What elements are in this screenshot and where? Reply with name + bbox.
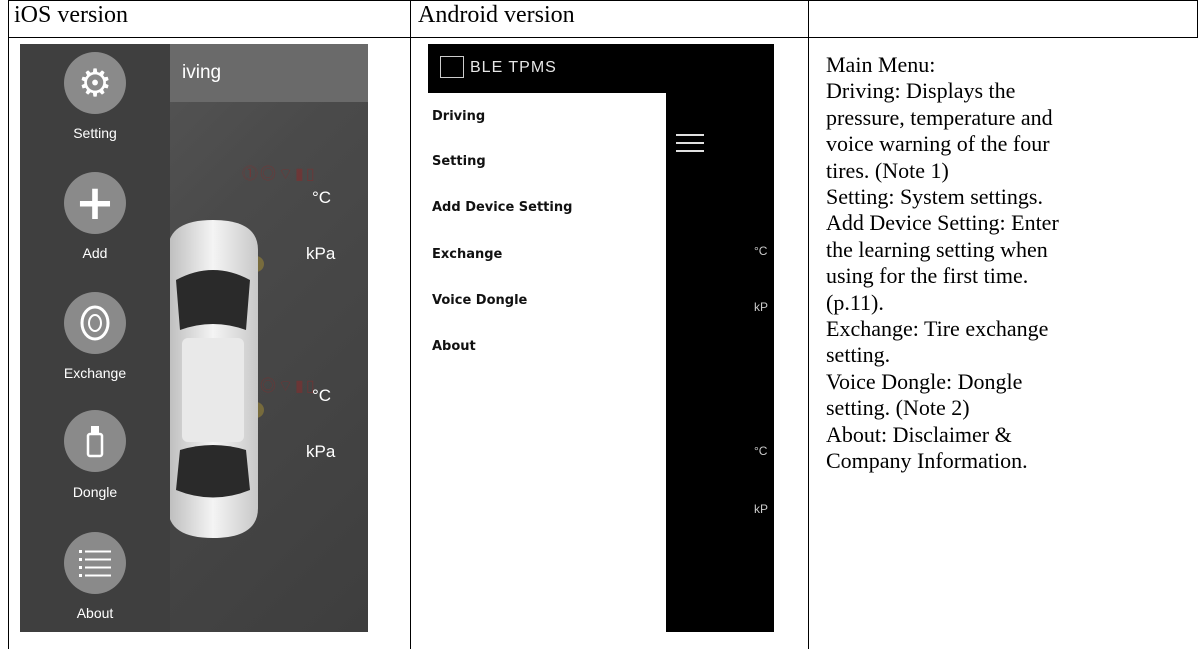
desc-line: the learning setting when — [826, 236, 1048, 262]
desc-line: voice warning of the four — [826, 131, 1050, 157]
table-header-border — [8, 37, 1198, 38]
ios-about-button[interactable] — [64, 532, 126, 594]
ios-temp-unit-1: °C — [312, 188, 332, 207]
android-menu-add-device-setting[interactable]: Add Device Setting — [432, 200, 572, 215]
tire-icon — [80, 305, 110, 341]
desc-line: About: Disclaimer & — [826, 421, 1012, 447]
desc-line: pressure, temperature and — [826, 104, 1053, 130]
ios-pressure-unit-2: kPa — [306, 442, 336, 461]
desc-line: Driving: Displays the — [826, 78, 1016, 104]
desc-line: setting. — [826, 342, 891, 368]
ios-side-menu: ⚙ Setting + Add Exchange Dongle About — [20, 44, 170, 632]
android-pressure-unit-2: kP — [754, 502, 769, 516]
desc-line: (p.11). — [826, 289, 884, 315]
android-menu-voice-dongle[interactable]: Voice Dongle — [432, 293, 527, 308]
ios-dongle-button[interactable] — [64, 410, 126, 472]
desc-line: setting. (Note 2) — [826, 395, 970, 421]
android-app-bar: BLE TPMS — [428, 44, 774, 93]
app-logo-icon — [440, 56, 464, 78]
ios-add-button[interactable]: + — [64, 172, 126, 234]
ios-topbar-title: iving — [182, 62, 222, 83]
ios-about-label: About — [76, 605, 114, 621]
ios-setting-button[interactable]: ⚙ — [64, 52, 126, 114]
ios-exchange-button[interactable] — [64, 292, 126, 354]
desc-line: Company Information. — [826, 448, 1028, 474]
desc-line: Setting: System settings. — [826, 184, 1043, 210]
android-app-title: BLE TPMS — [470, 59, 557, 76]
desc-line: Add Device Setting: Enter — [826, 210, 1059, 236]
ios-add-label: Add — [82, 245, 108, 261]
ios-warning-icons-row-1: ⓵◎⌔▮▯ — [242, 166, 317, 183]
android-temp-unit-2: °C — [754, 444, 768, 458]
desc-line: using for the first time. — [826, 263, 1029, 289]
ios-screenshot: iving ⓵◎⌔▮▯ ⓵◎⌔▮▯ °C kPa °C kPa ⚙ Settin… — [20, 44, 368, 632]
desc-line: Main Menu: — [826, 52, 936, 77]
table-top-border — [8, 0, 1198, 1]
desc-line: tires. (Note 1) — [826, 157, 949, 183]
android-screenshot: BLE TPMS Driving Setting Add Device Sett… — [428, 44, 774, 632]
list-icon — [79, 550, 111, 577]
hamburger-menu-icon[interactable] — [676, 134, 704, 154]
android-menu-exchange[interactable]: Exchange — [432, 247, 502, 262]
table-col-divider-1 — [410, 0, 411, 649]
android-temp-unit-1: °C — [754, 244, 768, 258]
table-col-divider-2 — [808, 0, 809, 649]
dongle-icon — [86, 426, 104, 458]
desc-line: Voice Dongle: Dongle — [826, 368, 1023, 394]
ios-temp-unit-2: °C — [312, 386, 332, 405]
ios-setting-label: Setting — [73, 125, 117, 141]
header-ios: iOS version — [14, 2, 128, 28]
ios-pressure-unit-1: kPa — [306, 244, 336, 263]
android-menu-about[interactable]: About — [432, 339, 476, 354]
android-menu-setting[interactable]: Setting — [432, 154, 486, 169]
header-android: Android version — [418, 2, 575, 28]
gear-icon: ⚙ — [77, 61, 113, 105]
android-menu-driving[interactable]: Driving — [432, 109, 485, 124]
table-right-border — [1197, 0, 1198, 38]
ios-exchange-label: Exchange — [63, 365, 127, 381]
android-nav-drawer: Driving Setting Add Device Setting Excha… — [428, 93, 666, 632]
android-pressure-unit-1: kP — [754, 300, 769, 314]
table-left-border — [8, 0, 9, 649]
menu-description: Main Menu: Driving: Displays the pressur… — [826, 52, 1196, 475]
plus-icon: + — [74, 175, 116, 231]
desc-line: Exchange: Tire exchange — [826, 316, 1049, 342]
car-top-view-image — [168, 220, 258, 538]
ios-dongle-label: Dongle — [72, 484, 118, 500]
